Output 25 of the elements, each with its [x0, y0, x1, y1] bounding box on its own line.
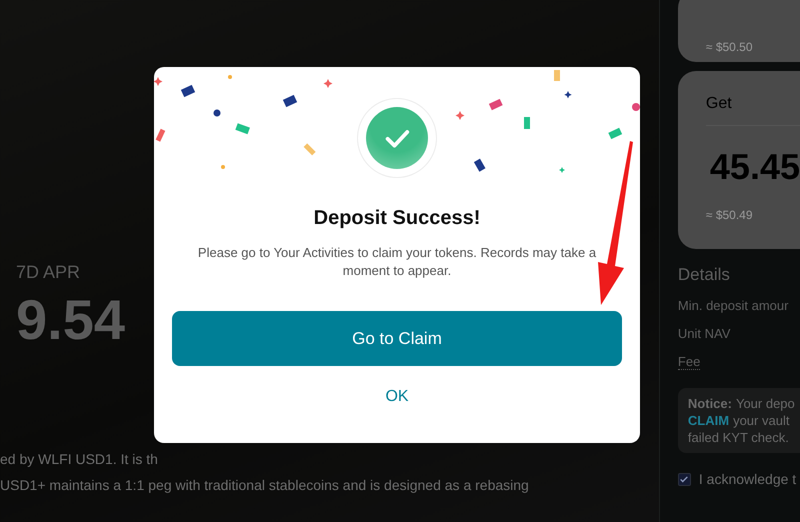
- details-heading: Details: [678, 265, 731, 285]
- amount-value: 45.45: [710, 146, 800, 188]
- dialog-message: Please go to Your Activities to claim your tokens. Records may take a moment to appear.: [197, 244, 597, 280]
- success-check-icon: [357, 98, 437, 178]
- usd-value: ≈ $50.49: [706, 208, 754, 222]
- notice-text: failed KYT check.: [688, 430, 790, 445]
- usd-value: ≈ $50.50: [706, 40, 753, 54]
- ok-button[interactable]: OK: [375, 384, 419, 410]
- detail-label: Fee: [678, 354, 700, 370]
- checkmark-icon: [679, 474, 690, 484]
- description-text: ed by WLFI USD1. It is th: [0, 450, 158, 467]
- apr-label: 7D APR: [16, 262, 80, 283]
- notice-text: Your depo: [736, 396, 795, 411]
- dialog-title: Deposit Success!: [314, 207, 480, 230]
- acknowledge-label: I acknowledge t: [698, 471, 796, 487]
- card-label: Get: [706, 95, 800, 126]
- notice-text: your vault: [733, 413, 790, 428]
- go-to-claim-button[interactable]: Go to Claim: [172, 311, 622, 366]
- notice-label: Notice:: [688, 396, 732, 411]
- checkbox[interactable]: [678, 472, 691, 486]
- detail-label: Min. deposit amour: [678, 298, 790, 313]
- apr-value: 9.54: [16, 289, 125, 351]
- detail-label: Unit NAV: [678, 326, 732, 341]
- claim-link[interactable]: CLAIM: [688, 413, 730, 428]
- description-text: USD1+ maintains a 1:1 peg with traditional stablecoins and is designed as a rebasing: [0, 476, 529, 493]
